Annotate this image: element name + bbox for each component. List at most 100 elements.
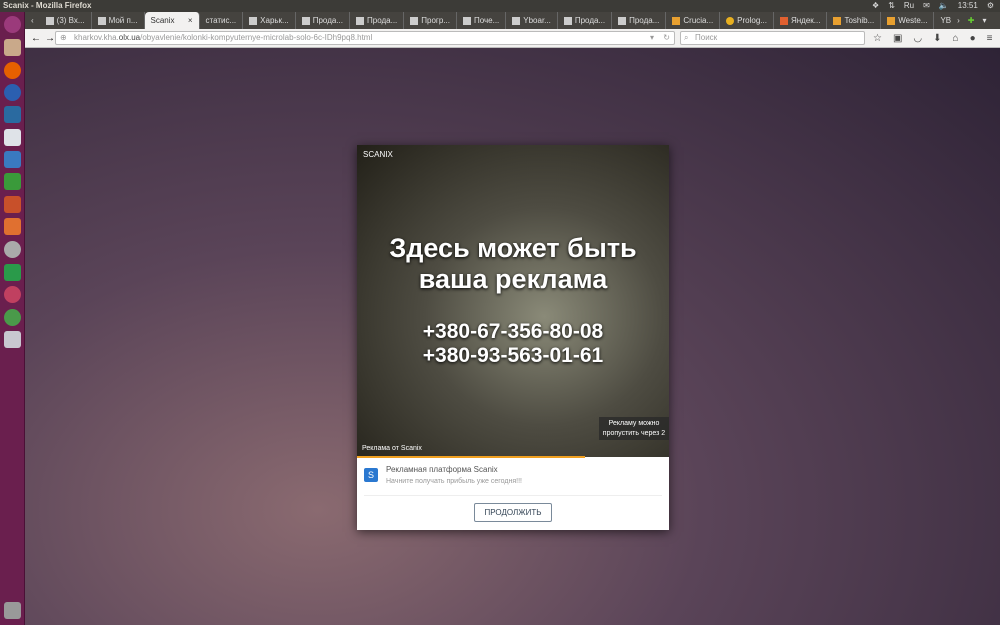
trash-icon[interactable] (4, 602, 21, 619)
tab-label: Яндек... (790, 16, 821, 25)
tab[interactable]: Toshib... (827, 12, 882, 29)
ad-phones: +380-67-356-80-08 +380-93-563-01-61 (357, 320, 669, 368)
volume-icon[interactable]: 🔈 (939, 0, 949, 12)
calc-icon[interactable] (4, 173, 21, 190)
writer-icon[interactable] (4, 151, 21, 168)
tab-scroll-left-icon[interactable]: ‹ (25, 16, 40, 25)
tab[interactable]: Прогр... (404, 12, 457, 29)
favicon-icon (618, 16, 627, 25)
tab[interactable]: Прода... (612, 12, 667, 29)
continue-button[interactable]: ПРОДОЛЖИТЬ (474, 503, 552, 522)
url-path: /obyavlenie/kolonki-kompyuternye-microla… (140, 33, 373, 42)
bookmark-star-icon[interactable]: ☆ (873, 33, 882, 44)
tab[interactable]: статис... (200, 12, 244, 29)
tab-label: (3) Вх... (56, 16, 85, 25)
firefox-icon[interactable] (4, 62, 21, 79)
forward-icon[interactable]: → (45, 33, 55, 44)
tab-label: Yboar... (523, 16, 551, 25)
launcher (0, 12, 25, 625)
skip-countdown[interactable]: Рекламу можно пропустить через 2 (599, 417, 669, 440)
close-tab-icon[interactable]: × (188, 16, 193, 25)
tab-label: Прода... (367, 16, 398, 25)
tab[interactable]: Weste... (881, 12, 935, 29)
app-icon-green[interactable] (4, 264, 21, 281)
clock[interactable]: 13:51 (958, 0, 978, 12)
keyboard-layout[interactable]: Ru (904, 0, 914, 12)
site-info-icon[interactable]: ⊕ (60, 32, 67, 44)
favicon-icon (410, 16, 419, 25)
tab-active[interactable]: Scanix × (144, 12, 200, 29)
skype-icon[interactable] (4, 84, 21, 101)
ad-dialog: SCANIX Здесь может быть ваша реклама +38… (357, 145, 669, 530)
platform-info: S Рекламная платформа Scanix Начните пол… (364, 465, 522, 485)
ad-video[interactable]: SCANIX Здесь может быть ваша реклама +38… (357, 145, 669, 458)
download-icon[interactable]: ⬇ (933, 33, 941, 44)
mail-icon[interactable]: ✉ (923, 0, 930, 12)
dash-icon[interactable] (4, 16, 21, 33)
dropbox-icon[interactable]: ❖ (872, 0, 879, 12)
url-bar[interactable]: ⊕ kharkov.kha.olx.ua/obyavlenie/kolonki-… (55, 31, 675, 45)
chrome-icon[interactable] (4, 309, 21, 326)
mail-client-icon[interactable] (4, 129, 21, 146)
favicon-icon (356, 16, 364, 25)
tab[interactable]: Яндек... (774, 12, 828, 29)
tab-list-icon[interactable]: ▾ (983, 16, 987, 25)
tab-label: Toshib... (844, 16, 875, 25)
menu-icon[interactable]: ≡ (987, 33, 993, 44)
favicon-icon (672, 16, 681, 25)
tab[interactable]: Prolog... (720, 12, 774, 29)
ad-brand: SCANIX (363, 150, 393, 159)
tab[interactable]: Мой п... (92, 12, 145, 29)
favicon-icon (833, 16, 842, 25)
url-domain: olx.ua (118, 33, 141, 42)
app-icon[interactable] (4, 106, 21, 123)
tab[interactable]: Crucia... (666, 12, 721, 29)
drive-icon[interactable] (4, 331, 21, 348)
tab[interactable]: YB (934, 12, 957, 29)
phone-2: +380-93-563-01-61 (422, 344, 604, 367)
tab[interactable]: (3) Вх... (40, 12, 92, 29)
system-top-bar: Scanix - Mozilla Firefox ❖ ⇅ Ru ✉ 🔈 13:5… (0, 0, 1000, 12)
dropdown-icon[interactable]: ▾ (650, 32, 654, 44)
software-center-icon[interactable] (4, 218, 21, 235)
favicon-icon (512, 16, 521, 25)
tab[interactable]: Yboar... (506, 12, 558, 29)
window-title: Scanix - Mozilla Firefox (3, 1, 92, 10)
platform-subtitle: Начните получать прибыль уже сегодня!!! (386, 478, 522, 485)
tab[interactable]: Прода... (350, 12, 405, 29)
chat-icon[interactable]: ● (970, 33, 976, 44)
ad-progress-fill (357, 456, 585, 458)
reload-icon[interactable]: ↻ (663, 32, 670, 44)
back-icon[interactable]: ← (31, 33, 41, 44)
tab[interactable]: Прода... (296, 12, 350, 29)
app-icon-red[interactable] (4, 286, 21, 303)
favicon-icon (462, 16, 471, 25)
tab[interactable]: Прода... (558, 12, 613, 29)
favicon-icon (563, 16, 572, 25)
nav-bar: ← → ⊕ kharkov.kha.olx.ua/obyavlenie/kolo… (25, 29, 1000, 48)
tab[interactable]: Харьк... (243, 12, 296, 29)
home-icon[interactable]: ⌂ (953, 33, 959, 44)
tab-label: Прогр... (421, 16, 450, 25)
bookmarks-list-icon[interactable]: ▣ (893, 33, 902, 44)
tab-label: Weste... (898, 16, 928, 25)
url-prefix: kharkov.kha. (74, 33, 119, 42)
system-settings-icon[interactable] (4, 241, 21, 258)
tab-label: Crucia... (683, 16, 714, 25)
tab-label: статис... (205, 16, 237, 25)
search-input[interactable]: ⌕ Поиск (680, 31, 865, 45)
network-icon[interactable]: ⇅ (888, 0, 895, 12)
pocket-icon[interactable]: ◡ (913, 33, 922, 44)
impress-icon[interactable] (4, 196, 21, 213)
tab-label: Prolog... (737, 16, 767, 25)
settings-gear-icon[interactable]: ⚙ (987, 0, 994, 12)
files-icon[interactable] (4, 39, 21, 56)
tab-scroll-right-icon[interactable]: › (957, 16, 960, 25)
favicon-icon (779, 16, 788, 25)
platform-title[interactable]: Рекламная платформа Scanix (386, 465, 522, 474)
new-tab-icon[interactable]: ✚ (968, 16, 975, 25)
tab[interactable]: Поче... (457, 12, 507, 29)
favicon-icon (249, 16, 258, 25)
favicon-icon (726, 16, 735, 25)
search-icon: ⌕ (684, 33, 689, 42)
